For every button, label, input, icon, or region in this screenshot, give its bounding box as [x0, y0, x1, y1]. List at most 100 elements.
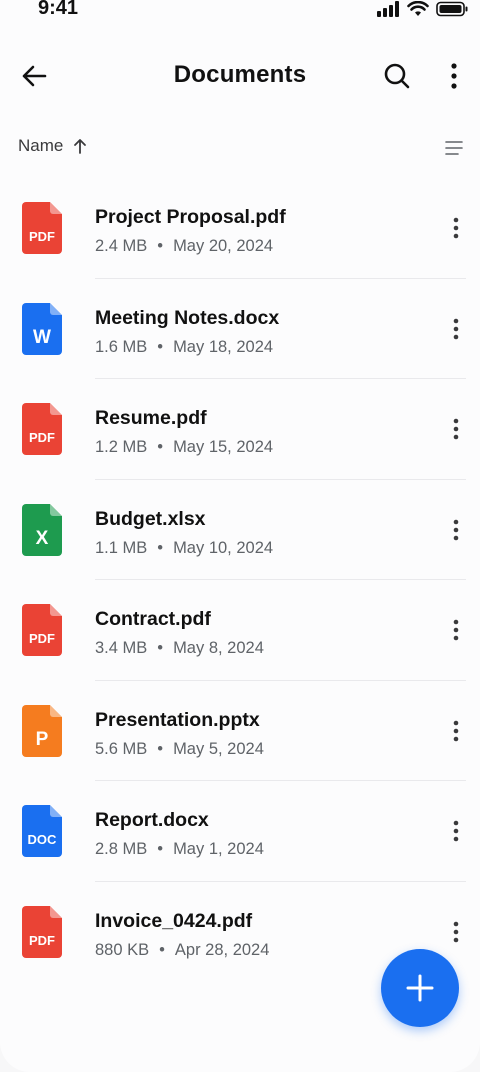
pdf-file-icon: PDF — [22, 403, 62, 455]
file-type-label: P — [36, 729, 49, 750]
file-size: 1.6 MB — [95, 337, 148, 356]
file-row[interactable]: PDF Resume.pdf 1.2 MB • May 15, 2024 — [0, 379, 480, 480]
file-meta: 1.1 MB • May 10, 2024 — [95, 539, 273, 558]
file-list: PDF Project Proposal.pdf 2.4 MB • May 20… — [0, 178, 480, 982]
arrow-up-icon — [74, 139, 87, 154]
add-document-button[interactable] — [381, 949, 459, 1027]
file-menu-button[interactable] — [444, 616, 468, 644]
search-button[interactable] — [381, 60, 413, 92]
file-menu-button[interactable] — [444, 918, 468, 946]
file-name: Resume.pdf — [95, 407, 207, 429]
file-name: Meeting Notes.docx — [95, 306, 280, 329]
more-vertical-icon — [453, 318, 459, 339]
file-row[interactable]: DOC Report.docx 2.8 MB • May 1, 2024 — [0, 781, 480, 882]
file-name: Contract.pdf — [95, 608, 211, 630]
more-vertical-icon — [453, 820, 459, 842]
meta-separator: • — [157, 840, 164, 858]
file-menu-button[interactable] — [444, 415, 468, 443]
meta-separator: • — [159, 940, 165, 959]
battery-icon — [436, 1, 468, 17]
excel-file-icon: X — [22, 503, 62, 556]
file-meta: 3.4 MB • May 8, 2024 — [95, 639, 264, 658]
file-name: Project Proposal.pdf — [95, 206, 286, 228]
file-row[interactable]: P Presentation.pptx 5.6 MB • May 5, 2024 — [0, 681, 480, 781]
pdf-file-icon: PDF — [22, 905, 62, 958]
file-row[interactable]: PDF Project Proposal.pdf 2.4 MB • May 20… — [0, 178, 480, 279]
word-file-icon: W — [22, 302, 62, 355]
doc-file-icon: DOC — [22, 805, 62, 857]
status-bar: 9:41 — [0, 0, 480, 22]
file-type-label: PDF — [29, 229, 55, 244]
more-vertical-icon — [453, 519, 459, 540]
meta-separator: • — [157, 337, 164, 356]
file-type-label: PDF — [29, 933, 55, 948]
file-date: May 1, 2024 — [173, 840, 264, 858]
file-type-label: X — [36, 528, 49, 549]
sort-bar: Name — [0, 130, 480, 166]
status-time: 9:41 — [38, 0, 79, 19]
more-vertical-icon — [453, 217, 459, 239]
file-date: May 18, 2024 — [173, 337, 274, 356]
file-size: 1.2 MB — [95, 438, 148, 456]
file-size: 5.6 MB — [95, 739, 148, 758]
sort-label: Name — [18, 136, 64, 155]
powerpoint-file-icon: P — [22, 704, 62, 757]
file-date: May 10, 2024 — [173, 538, 274, 557]
file-date: May 5, 2024 — [173, 739, 264, 758]
cellular-signal-icon — [377, 1, 399, 17]
file-date: May 15, 2024 — [173, 438, 274, 456]
more-vertical-icon — [453, 921, 459, 942]
file-name: Budget.xlsx — [95, 507, 206, 530]
file-date: May 8, 2024 — [173, 639, 264, 657]
file-menu-button[interactable] — [444, 516, 468, 544]
file-date: Apr 28, 2024 — [174, 940, 270, 959]
app-bar: Documents — [0, 44, 480, 108]
file-row[interactable]: W Meeting Notes.docx 1.6 MB • May 18, 20… — [0, 279, 480, 379]
pdf-file-icon: PDF — [22, 604, 62, 656]
sort-by-name-button[interactable]: Name — [18, 136, 87, 156]
file-name: Report.docx — [95, 809, 209, 831]
more-options-button[interactable] — [438, 60, 470, 92]
file-meta: 1.6 MB • May 18, 2024 — [95, 338, 273, 357]
more-vertical-icon — [453, 619, 459, 641]
file-menu-button[interactable] — [444, 717, 468, 745]
search-icon — [384, 63, 410, 89]
view-options-button[interactable] — [440, 136, 468, 160]
file-row[interactable]: X Budget.xlsx 1.1 MB • May 10, 2024 — [0, 480, 480, 580]
file-type-label: W — [33, 327, 51, 348]
meta-separator: • — [157, 538, 164, 557]
meta-separator: • — [157, 237, 164, 255]
more-vertical-icon — [453, 418, 459, 440]
file-meta: 2.8 MB • May 1, 2024 — [95, 840, 264, 859]
documents-screen: 9:41 Documents Name PDF Project Proposal… — [0, 0, 480, 1072]
file-meta: 5.6 MB • May 5, 2024 — [95, 740, 264, 759]
status-icons — [376, 0, 468, 18]
file-type-label: PDF — [29, 430, 55, 445]
file-row[interactable]: PDF Contract.pdf 3.4 MB • May 8, 2024 — [0, 580, 480, 681]
file-size: 880 KB — [95, 940, 150, 959]
file-meta: 1.2 MB • May 15, 2024 — [95, 438, 273, 457]
file-size: 2.4 MB — [95, 237, 148, 255]
meta-separator: • — [157, 639, 164, 657]
file-meta: 2.4 MB • May 20, 2024 — [95, 237, 273, 256]
file-name: Invoice_0424.pdf — [95, 909, 253, 932]
file-size: 1.1 MB — [95, 538, 148, 557]
file-menu-button[interactable] — [444, 817, 468, 845]
list-view-icon — [445, 141, 463, 155]
wifi-icon — [407, 1, 429, 16]
more-vertical-icon — [453, 720, 459, 741]
file-menu-button[interactable] — [444, 315, 468, 343]
file-size: 3.4 MB — [95, 639, 148, 657]
file-menu-button[interactable] — [444, 214, 468, 242]
file-size: 2.8 MB — [95, 840, 148, 858]
file-type-label: PDF — [29, 631, 55, 646]
pdf-file-icon: PDF — [22, 202, 62, 254]
file-type-label: DOC — [28, 832, 58, 847]
more-vertical-icon — [451, 63, 457, 89]
meta-separator: • — [157, 739, 164, 758]
meta-separator: • — [157, 438, 164, 456]
file-name: Presentation.pptx — [95, 708, 260, 731]
file-meta: 880 KB • Apr 28, 2024 — [95, 941, 269, 960]
file-date: May 20, 2024 — [173, 237, 274, 255]
plus-icon — [406, 974, 434, 1002]
